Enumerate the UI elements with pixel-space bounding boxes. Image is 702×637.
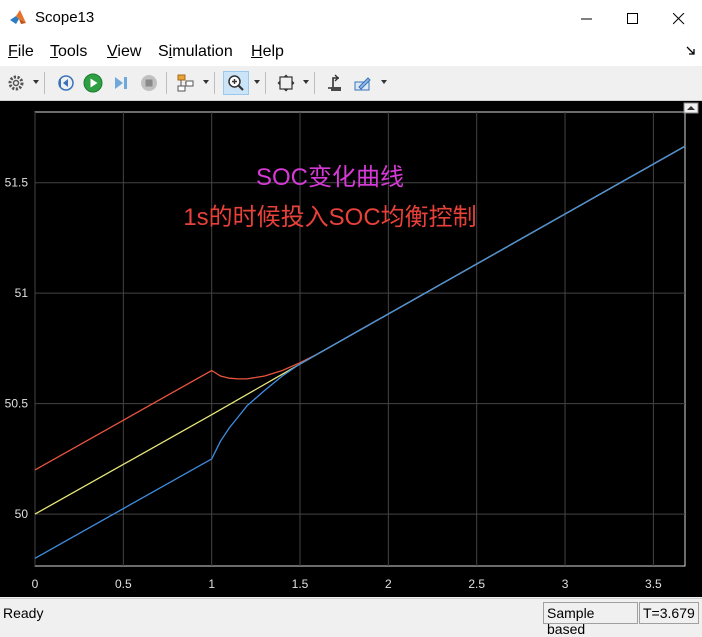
y-tick-label: 51.5 [5,176,29,190]
run-icon [83,73,103,93]
scope-display[interactable]: 0 0.5 1 1.5 2 2.5 3 3.5 50 50.5 51 51.5 SOC变化曲线 1s的时候… [0,101,702,597]
annotation-title: SOC变化曲线 [256,164,404,191]
menu-tools[interactable]: Tools [50,43,87,61]
menu-simulation[interactable]: Simulation [158,43,233,61]
menu-view[interactable]: View [107,43,141,61]
toolbar [0,66,702,101]
zoom-dropdown-arrow[interactable] [254,80,260,84]
x-tick-label: 3 [562,577,569,591]
toolbar-separator [44,72,45,94]
maximize-icon [627,13,638,24]
x-tick-label: 0 [32,577,39,591]
maximize-button[interactable] [610,0,656,38]
zoom-button[interactable] [223,71,249,95]
scope-plot[interactable]: 0 0.5 1 1.5 2 2.5 3 3.5 50 50.5 51 51.5 SOC变化曲线 1s的时候… [0,101,702,597]
close-icon [673,13,685,25]
x-tick-label: 2 [385,577,392,591]
y-tick-label: 50.5 [5,397,29,411]
undock-icon[interactable] [686,46,696,56]
step-forward-button[interactable] [110,72,132,94]
step-back-icon [58,75,74,91]
x-tick-label: 0.5 [115,577,132,591]
fit-to-view-icon [277,74,295,92]
toolbar-separator [166,72,167,94]
menu-file[interactable]: File [8,43,34,61]
gear-icon [8,75,24,91]
edit-dropdown-arrow[interactable] [381,80,387,84]
window-title: Scope13 [35,9,95,26]
signal-select-icon [177,74,194,92]
minimize-button[interactable] [564,0,610,38]
stop-icon [141,75,157,91]
run-button[interactable] [82,72,104,94]
x-tick-label: 2.5 [468,577,485,591]
sample-mode-indicator: Sample based [543,602,638,637]
step-forward-icon [115,77,127,89]
x-tick-label: 1.5 [292,577,309,591]
status-text: Ready [3,605,44,621]
x-tick-label: 3.5 [645,577,662,591]
expand-toolstrip-icon[interactable] [683,102,699,114]
menu-bar: File Tools View Simulation Help [0,38,702,66]
y-tick-label: 50 [15,507,29,521]
signal-select-button[interactable] [175,72,197,94]
edit-button[interactable] [352,72,374,94]
step-back-button[interactable] [54,72,76,94]
zoom-icon [228,75,244,91]
stop-button[interactable] [138,72,160,94]
triggers-icon [328,74,341,91]
minimize-icon [581,18,592,20]
close-button[interactable] [656,0,702,38]
toolbar-separator [214,72,215,94]
signal-select-dropdown-arrow[interactable] [203,80,209,84]
simulation-time: T=3.679 [639,602,699,624]
edit-icon [354,77,371,91]
y-tick-label: 51 [15,286,29,300]
toolbar-separator [265,72,266,94]
toolbar-separator [314,72,315,94]
title-bar: Scope13 [0,0,702,38]
fit-to-view-button[interactable] [275,72,297,94]
fit-dropdown-arrow[interactable] [303,80,309,84]
triggers-button[interactable] [324,72,346,94]
annotation-subtitle: 1s的时候投入SOC均衡控制 [183,204,476,231]
x-tick-label: 1 [208,577,215,591]
matlab-logo-icon [10,10,26,24]
settings-button[interactable] [5,72,27,94]
settings-dropdown-arrow[interactable] [33,80,39,84]
menu-help[interactable]: Help [251,43,284,61]
status-bar: Ready Sample based T=3.679 [0,598,702,637]
